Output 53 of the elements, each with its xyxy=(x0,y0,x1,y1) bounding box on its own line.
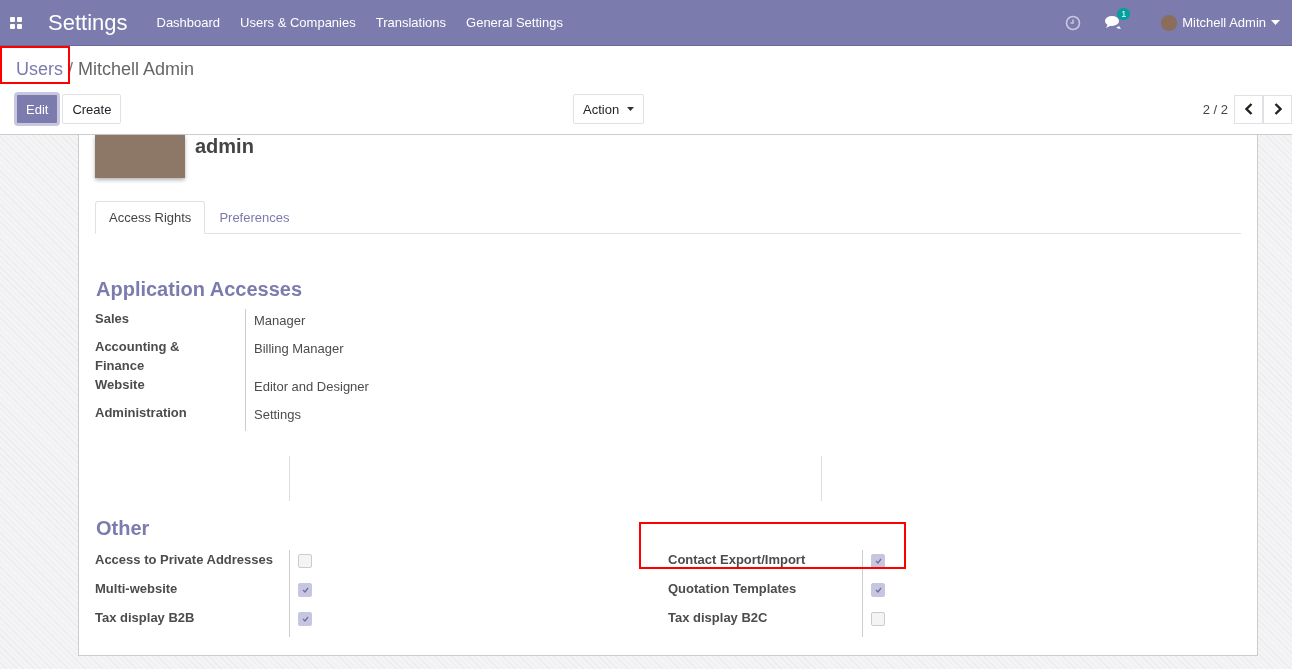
app-title: Settings xyxy=(48,9,128,36)
checkbox[interactable] xyxy=(298,554,312,568)
checkmark-icon xyxy=(301,616,309,622)
field-label: Website xyxy=(95,376,146,394)
field-label: Quotation Templates xyxy=(668,580,798,598)
tab[interactable]: Preferences xyxy=(205,201,304,234)
page-title: Mitchell Admin xyxy=(78,59,195,80)
menu-link[interactable]: General Settings xyxy=(466,15,563,30)
chevron-left-icon xyxy=(1244,103,1253,115)
user-avatar xyxy=(1161,14,1178,31)
field-value: Settings xyxy=(245,403,377,431)
field-label: Contact Export/Import xyxy=(668,551,807,569)
notification-badge: 1 xyxy=(1117,8,1131,20)
previous-button[interactable] xyxy=(1234,94,1263,124)
field-value: Billing Manager xyxy=(245,337,377,375)
clock-icon[interactable] xyxy=(1065,14,1082,31)
highlight-frame xyxy=(0,46,70,84)
edit-button[interactable]: Edit xyxy=(16,94,59,124)
create-button[interactable]: Create xyxy=(62,94,122,124)
chevron-right-icon xyxy=(1273,103,1282,115)
next-button[interactable] xyxy=(1263,94,1292,124)
field-value: Editor and Designer xyxy=(245,375,377,403)
section-heading: Other xyxy=(96,517,151,540)
section-heading: Application Accesses xyxy=(96,278,303,301)
pager-value: 2 / 2 xyxy=(1202,101,1228,117)
checkbox[interactable] xyxy=(298,583,312,597)
menu-link[interactable]: Translations xyxy=(375,15,447,30)
checkmark-icon xyxy=(874,558,882,564)
field-label: Accounting & Finance xyxy=(95,338,181,375)
field-label: Multi-website xyxy=(95,580,179,598)
field-label: Access to Private Addresses xyxy=(95,551,274,569)
field-label: Administration xyxy=(95,404,185,422)
checkmark-icon xyxy=(874,587,882,593)
apps-grid-icon[interactable] xyxy=(10,16,22,29)
user-login-name: admin xyxy=(195,135,254,159)
field-label: Sales xyxy=(95,310,130,328)
action-dropdown[interactable]: Action xyxy=(573,94,645,124)
caret-icon[interactable] xyxy=(1271,20,1280,25)
checkmark-icon xyxy=(301,587,309,593)
breadcrumb-link[interactable]: Users xyxy=(16,59,63,80)
field-value: Manager xyxy=(245,309,377,337)
menu-link[interactable]: Users & Companies xyxy=(240,15,356,30)
checkbox[interactable] xyxy=(871,612,885,626)
checkbox[interactable] xyxy=(871,583,885,597)
caret-icon xyxy=(627,107,635,111)
menu-link[interactable]: Dashboard xyxy=(156,15,221,30)
field-label: Tax display B2C xyxy=(668,609,769,627)
chat-bubbles-icon[interactable] xyxy=(1105,15,1124,30)
tab[interactable]: Access Rights xyxy=(95,201,206,234)
checkbox[interactable] xyxy=(871,554,885,568)
field-label: Tax display B2B xyxy=(95,609,196,627)
user-menu[interactable]: Mitchell Admin xyxy=(1182,15,1266,30)
checkbox[interactable] xyxy=(298,612,312,626)
